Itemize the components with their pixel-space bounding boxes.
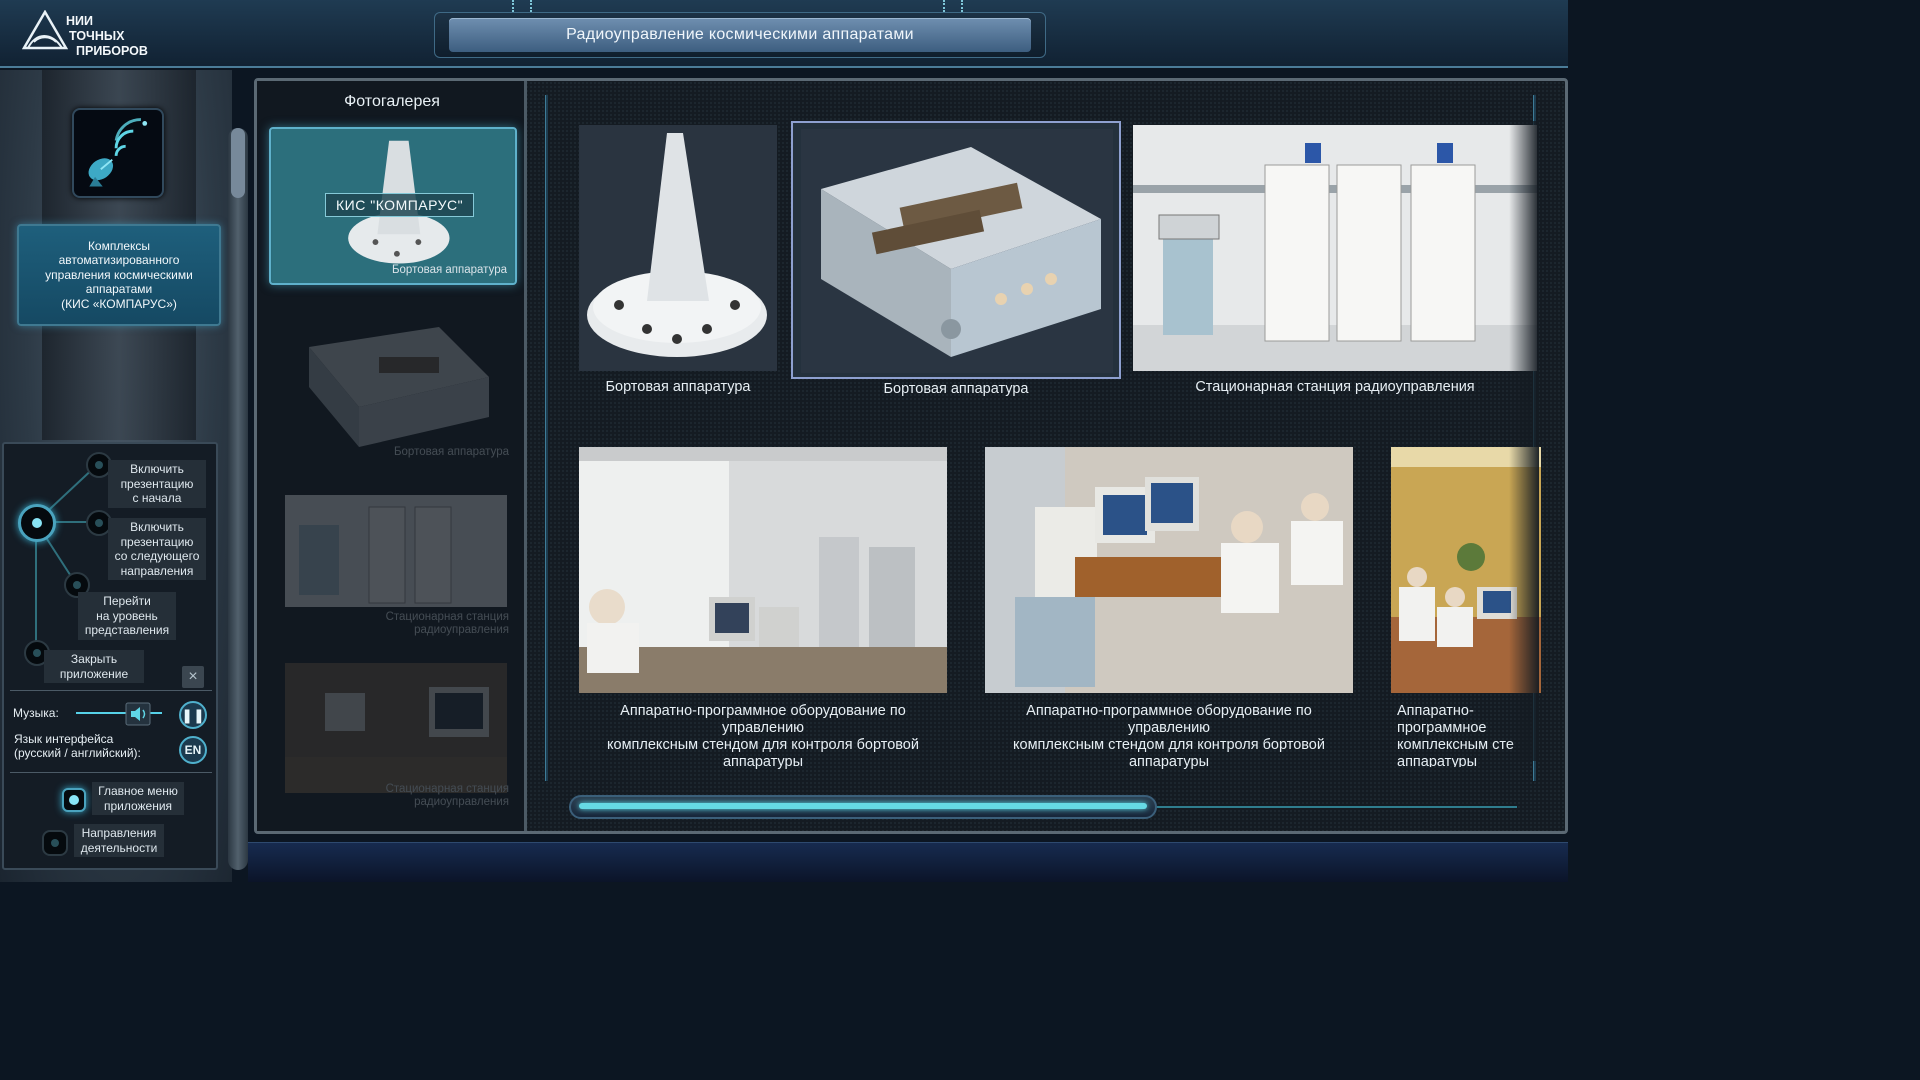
- close-app-button[interactable]: Закрыть приложение: [44, 650, 144, 683]
- music-pause-button[interactable]: ❚❚: [179, 701, 207, 729]
- thumbnail-caption: Бортовая аппаратура: [393, 446, 509, 458]
- goto-level-button[interactable]: Перейти на уровень представления: [78, 592, 176, 640]
- header-connector-right: [943, 0, 963, 12]
- thumbnail-onboard-unit-image: [309, 327, 489, 447]
- thumbnail-caption: Стационарная станция радиоуправления: [385, 783, 509, 808]
- gallery-horizontal-scrollbar[interactable]: [569, 795, 1517, 819]
- restart-presentation-button[interactable]: Включить презентацию с начала: [108, 460, 206, 508]
- logo-text: НИИ ТОЧНЫХ ПРИБОРОВ: [66, 14, 148, 59]
- onboard-unit-photo: [801, 129, 1113, 373]
- gallery-item[interactable]: Аппаратно-программное оборудование по уп…: [985, 447, 1353, 770]
- control-room-photo: [985, 447, 1353, 693]
- next-direction-button[interactable]: Включить презентацию со следующего напра…: [108, 518, 206, 580]
- control-panel: Включить презентацию с начала Включить п…: [2, 442, 218, 870]
- logo-line-2: ТОЧНЫХ: [69, 29, 125, 43]
- language-toggle-button[interactable]: EN: [179, 736, 207, 764]
- gallery-item[interactable]: Бортовая аппаратура: [579, 125, 777, 415]
- directions-button[interactable]: Направления деятельности: [74, 824, 164, 857]
- gallery-item[interactable]: Стационарная станция радиоуправления: [1133, 125, 1537, 415]
- gallery-scroll-thumb[interactable]: [569, 795, 1157, 819]
- title-frame: Радиоуправление космическими аппаратами: [434, 12, 1046, 58]
- directions-icon[interactable]: [42, 830, 68, 856]
- language-label: Язык интерфейса (русский / английский):: [14, 732, 141, 760]
- thumbnail-item[interactable]: Стационарная станция радиоуправления: [269, 657, 517, 815]
- thumbnail-item[interactable]: Бортовая аппаратура: [269, 307, 517, 465]
- thumbnail-caption: Стационарная станция радиоуправления: [385, 611, 509, 636]
- thumbnail-scrollbar[interactable]: [228, 128, 248, 870]
- gallery-window: Фотогалерея КИС "КОМПАРУС" Бортовая аппа…: [254, 78, 1568, 834]
- panel-divider: [10, 690, 212, 691]
- mountain-logo-icon: [22, 10, 68, 50]
- panel-divider: [10, 772, 212, 773]
- gallery-viewport: Бортовая аппаратура Бортовая аппаратура: [529, 81, 1565, 831]
- thumbnail-scrollbar-thumb[interactable]: [231, 128, 245, 198]
- section-card-label: Комплексы автоматизированного управления…: [45, 238, 193, 311]
- lab-equipment-photo: [579, 447, 947, 693]
- gallery-caption: Бортовая аппаратура: [605, 379, 751, 395]
- close-icon[interactable]: ×: [182, 666, 204, 688]
- thumbnail-item[interactable]: Стационарная станция радиоуправления: [269, 485, 517, 643]
- main-menu-button[interactable]: Главное меню приложения: [92, 782, 184, 815]
- logo-line-3: ПРИБОРОВ: [76, 44, 148, 58]
- company-logo: НИИ ТОЧНЫХ ПРИБОРОВ: [22, 8, 162, 62]
- gallery-caption: Бортовая аппаратура: [883, 381, 1029, 397]
- gallery-caption: Аппаратно-программное оборудование по уп…: [1013, 703, 1325, 770]
- thumbnail-column: Фотогалерея КИС "КОМПАРУС" Бортовая аппа…: [257, 81, 527, 831]
- gallery-item[interactable]: Аппаратно-программное оборудование по уп…: [579, 447, 947, 770]
- app-header: НИИ ТОЧНЫХ ПРИБОРОВ Радиоуправление косм…: [0, 0, 1568, 68]
- footer-bar: [248, 842, 1568, 882]
- music-label: Музыка:: [13, 706, 59, 720]
- title-plate: Радиоуправление космическими аппаратами: [449, 18, 1031, 52]
- satellite-dish-icon[interactable]: [72, 108, 164, 198]
- page-title: Радиоуправление космическими аппаратами: [566, 26, 914, 43]
- logo-line-1: НИИ: [66, 14, 93, 28]
- left-sidebar: Комплексы автоматизированного управления…: [0, 70, 232, 882]
- gallery-item-highlighted[interactable]: [791, 121, 1121, 379]
- station-photo: [1133, 125, 1537, 371]
- thumbnail-title-label: КИС "КОМПАРУС": [325, 193, 475, 217]
- header-connector-left: [512, 0, 532, 12]
- section-card-kis-komparus[interactable]: Комплексы автоматизированного управления…: [17, 224, 221, 326]
- gallery-fade-edge: [1509, 121, 1539, 761]
- thumbnail-caption: Бортовая аппаратура: [391, 264, 507, 276]
- gallery-caption: Стационарная станция радиоуправления: [1195, 379, 1475, 395]
- gallery-caption: Аппаратно-программное оборудование по уп…: [607, 703, 919, 770]
- speaker-icon[interactable]: [125, 702, 151, 726]
- thumbnail-item-selected[interactable]: КИС "КОМПАРУС" Бортовая аппаратура: [269, 127, 517, 285]
- gallery-rail-left: [545, 95, 548, 781]
- antenna-photo: [579, 125, 777, 371]
- gallery-title: Фотогалерея: [344, 93, 440, 110]
- home-menu-icon[interactable]: [62, 788, 86, 812]
- menu-root-node: [18, 504, 56, 542]
